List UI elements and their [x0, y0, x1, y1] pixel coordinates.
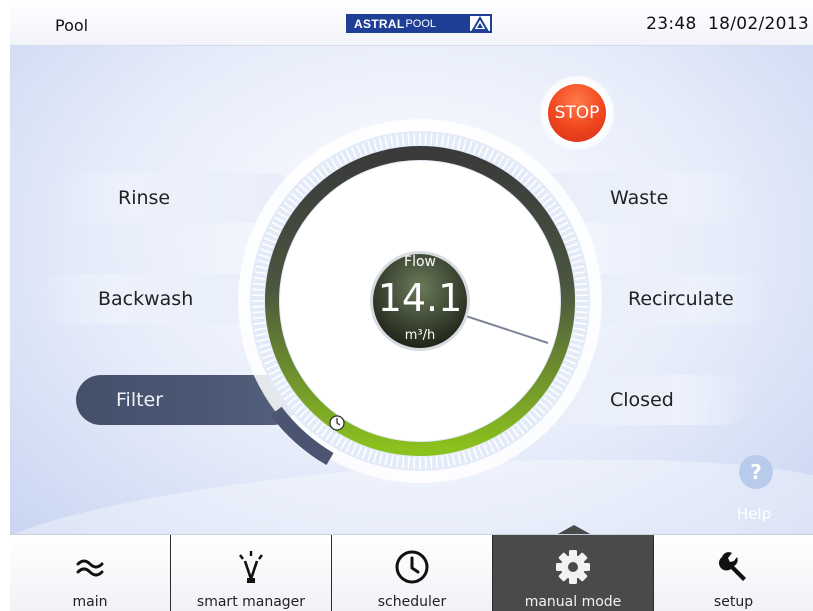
stop-label: STOP — [548, 84, 606, 142]
astralpool-logo: ASTRAL POOL — [346, 14, 492, 33]
flow-value: 14.1 — [378, 276, 463, 320]
dial-tick — [575, 288, 588, 291]
gear-icon — [554, 549, 592, 585]
valve-dial[interactable]: Flow 14.1 m³/h — [230, 111, 610, 491]
nav-item-main[interactable]: main — [10, 535, 171, 611]
logo-mark-icon — [470, 16, 490, 31]
help-icon[interactable]: ? — [739, 455, 773, 489]
brand-name-light: POOL — [405, 17, 437, 30]
position-label-recirculate: Recirculate — [628, 288, 734, 310]
nav-label-manual-mode: manual mode — [524, 594, 622, 610]
position-label-filter: Filter — [116, 389, 164, 411]
dial-tick — [252, 311, 265, 314]
stop-button[interactable]: STOP — [540, 76, 614, 150]
nav-label-scheduler: scheduler — [377, 594, 447, 610]
dial-tick — [252, 288, 265, 291]
nav-item-manual-mode[interactable]: manual mode — [493, 535, 654, 611]
dial-tick — [407, 456, 410, 469]
position-label-waste: Waste — [610, 187, 669, 209]
dial-tick — [430, 456, 433, 469]
position-label-rinse: Rinse — [118, 187, 171, 209]
page-title: Pool — [55, 16, 89, 35]
wrench-icon — [716, 549, 752, 585]
nav-label-smart-manager: smart manager — [196, 594, 306, 610]
nav-label-setup: setup — [713, 594, 754, 610]
position-label-backwash: Backwash — [98, 288, 194, 310]
time-text: 23:48 — [646, 14, 697, 34]
clock-icon — [394, 549, 430, 585]
dial-tick — [407, 133, 410, 146]
date-text: 18/02/2013 — [708, 14, 809, 34]
nav-label-main: main — [72, 594, 108, 610]
lightbulb-icon — [233, 549, 269, 585]
dial-tick — [430, 133, 433, 146]
nav-item-scheduler[interactable]: scheduler — [332, 535, 493, 611]
flow-label: Flow — [404, 254, 436, 270]
nav-item-smart-manager[interactable]: smart manager — [171, 535, 332, 611]
dial-tick — [575, 311, 588, 314]
manual-mode-panel: Rinse Backwash Filter Waste Recirculate … — [10, 46, 813, 534]
waves-icon — [72, 549, 108, 585]
status-bar: Pool ASTRAL POOL 23:48 18/02/2013 — [10, 0, 813, 46]
help-label[interactable]: Help — [737, 505, 771, 523]
nav-item-setup[interactable]: setup — [654, 535, 813, 611]
brand-name-bold: ASTRAL — [354, 16, 405, 31]
position-label-closed: Closed — [610, 389, 674, 411]
datetime: 23:48 18/02/2013 — [646, 14, 809, 34]
flow-unit: m³/h — [405, 328, 436, 343]
bottom-nav: main smart manager scheduler manual mode… — [10, 534, 813, 611]
dial-timer-icon — [329, 415, 345, 431]
